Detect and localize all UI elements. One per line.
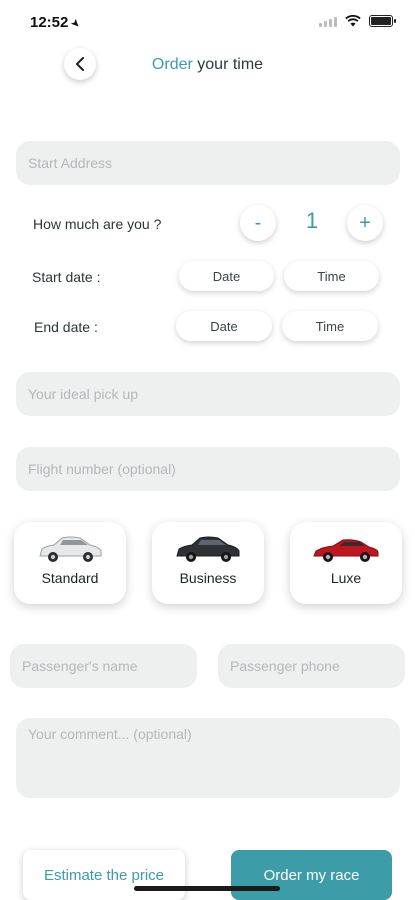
clock-text: 12:52 [30,14,69,31]
start-date-text: Date [212,268,241,284]
end-time-text: Time [315,318,345,334]
wifi-icon [345,15,361,27]
battery-icon [369,15,396,27]
flight-number-input[interactable] [28,461,400,477]
vehicle-label-business: Business [179,570,237,586]
status-bar: 12:52➤ [0,0,415,44]
estimate-price-label: Estimate the price [43,866,165,884]
pickup-field[interactable] [16,372,400,416]
comment-input[interactable] [28,718,400,798]
standard-car-icon [39,536,102,562]
start-date-button[interactable]: Date [179,261,274,291]
location-arrow-icon: ➤ [68,16,84,32]
end-date-label: End date : [34,319,98,335]
vehicle-label-luxe: Luxe [330,570,362,586]
minus-icon: - [254,211,262,234]
plus-icon: + [359,211,371,234]
page-title-accent: Order [151,56,193,73]
passenger-name-field[interactable] [10,644,197,688]
passenger-name-input[interactable] [22,658,197,674]
comment-field[interactable] [16,718,400,798]
vehicle-card-luxe[interactable]: Luxe [290,522,402,604]
quantity-label: How much are you ? [33,216,162,232]
luxe-car-icon [313,539,379,562]
vehicle-label-standard: Standard [41,570,99,586]
start-date-label: Start date : [32,269,101,285]
start-address-input[interactable] [28,155,400,171]
home-indicator[interactable] [134,886,280,891]
start-time-button[interactable]: Time [284,261,379,291]
passenger-phone-input[interactable] [230,658,405,674]
decrease-quantity-button[interactable]: - [240,205,276,241]
order-race-button[interactable]: Order my race [231,850,392,900]
start-time-text: Time [317,268,346,284]
passenger-phone-field[interactable] [218,644,405,688]
status-time: 12:52➤ [30,14,84,32]
order-race-label: Order my race [263,866,360,884]
vehicle-card-business[interactable]: Business [152,522,264,604]
end-time-button[interactable]: Time [282,311,378,341]
vehicle-card-standard[interactable]: Standard [14,522,126,604]
status-icons [319,15,396,27]
page-title: Order your time [0,56,415,74]
pickup-input[interactable] [28,386,400,402]
start-address-field[interactable] [16,141,400,185]
page-title-rest: your time [192,56,264,73]
business-car-icon [176,536,240,562]
estimate-price-button[interactable]: Estimate the price [23,850,185,900]
increase-quantity-button[interactable]: + [347,205,383,241]
flight-number-field[interactable] [16,447,400,491]
quantity-value: 1 [305,208,319,233]
end-date-text: Date [210,318,238,334]
signal-icon [319,16,337,27]
end-date-button[interactable]: Date [176,311,272,341]
